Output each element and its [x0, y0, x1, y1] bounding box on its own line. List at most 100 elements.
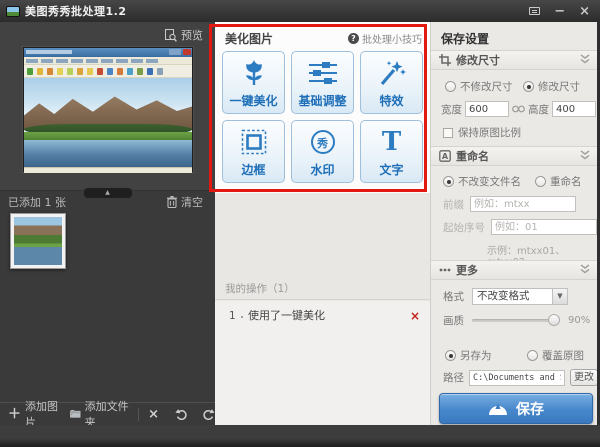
- dimensions-row: 宽度 高度: [441, 101, 596, 117]
- path-input[interactable]: [469, 370, 565, 386]
- tips-label: 批处理小技巧: [362, 31, 422, 46]
- resize-option[interactable]: 修改尺寸: [523, 79, 580, 94]
- no-resize-radio[interactable]: [445, 81, 456, 92]
- watermark-icon: 秀: [311, 126, 335, 158]
- window-title: 美图秀秀批处理1.2: [25, 3, 127, 19]
- delete-operation-button[interactable]: ×: [410, 307, 420, 325]
- undo-button[interactable]: [175, 408, 188, 420]
- operations-header: 我的操作（1）: [215, 280, 430, 300]
- keep-name-option[interactable]: 不改变文件名: [443, 174, 521, 189]
- rename-radio[interactable]: [535, 176, 546, 187]
- watermark-button[interactable]: 秀 水印: [291, 120, 354, 183]
- preview-image[interactable]: [23, 47, 193, 172]
- effects-button[interactable]: 特效: [360, 51, 423, 114]
- height-label: 高度: [528, 102, 549, 117]
- rename-option[interactable]: 重命名: [535, 174, 582, 189]
- remove-x-icon: ×: [148, 408, 159, 421]
- quality-label: 画质: [443, 313, 464, 328]
- preview-app-titlebar: [24, 48, 192, 57]
- beautify-button-grid: 一键美化 基础调整: [222, 51, 423, 183]
- height-input[interactable]: [552, 101, 596, 117]
- preview-icon: [165, 29, 177, 42]
- save-settings-panel: 保存设置 修改尺寸 不修改尺寸 修改尺寸 宽度 高度: [430, 22, 600, 425]
- keep-ratio-checkbox[interactable]: [443, 128, 453, 138]
- tips-link[interactable]: ? 批处理小技巧: [348, 31, 422, 46]
- preview-app-menubar: [24, 57, 192, 65]
- resize-label: 修改尺寸: [538, 79, 580, 94]
- width-input[interactable]: [465, 101, 509, 117]
- beautify-panel: 美化图片 ? 批处理小技巧 一键美化: [215, 22, 430, 425]
- collapse-list-button[interactable]: ▲: [84, 188, 132, 198]
- text-button[interactable]: T 文字: [360, 120, 423, 183]
- frame-icon: [241, 126, 267, 158]
- watermark-badge: 秀: [311, 130, 335, 154]
- keep-ratio-option[interactable]: 保持原图比例: [443, 125, 521, 140]
- save-as-radio[interactable]: [445, 350, 456, 361]
- title-bar: 美图秀秀批处理1.2 − ×: [0, 0, 600, 22]
- one-key-beautify-label: 一键美化: [229, 92, 277, 109]
- question-icon: ?: [348, 33, 359, 44]
- serial-input[interactable]: [491, 219, 597, 235]
- clear-button[interactable]: 清空: [167, 194, 203, 210]
- save-button[interactable]: 保存: [439, 393, 593, 424]
- path-row: 路径 更改: [443, 369, 598, 386]
- image-thumbnail[interactable]: [10, 213, 66, 269]
- preview-app-toolbar: [24, 65, 192, 78]
- beautify-box: 美化图片 ? 批处理小技巧 一键美化: [215, 22, 430, 193]
- file-panel: 预览 ▲: [0, 22, 215, 425]
- frame-button[interactable]: 边框: [222, 120, 285, 183]
- preview-button[interactable]: 预览: [165, 27, 203, 43]
- operation-bullet: [241, 316, 243, 318]
- text-t-glyph: T: [382, 129, 401, 155]
- operation-index: 1: [229, 307, 236, 325]
- chevron-double-down-icon: [580, 150, 590, 163]
- quality-slider-thumb[interactable]: [548, 314, 560, 326]
- quality-slider[interactable]: [472, 319, 560, 322]
- keep-name-radio[interactable]: [443, 176, 454, 187]
- app-logo-icon: [6, 6, 20, 17]
- prefix-input[interactable]: [470, 196, 576, 212]
- redo-button[interactable]: [202, 408, 215, 420]
- effects-label: 特效: [379, 92, 403, 109]
- overwrite-option[interactable]: 覆盖原图: [527, 348, 584, 363]
- basic-adjust-button[interactable]: 基础调整: [291, 51, 354, 114]
- overwrite-radio[interactable]: [527, 350, 538, 361]
- plus-icon: ＋: [8, 408, 21, 421]
- added-count-label: 已添加 1 张: [8, 194, 66, 210]
- feedback-icon[interactable]: [529, 7, 540, 15]
- resize-section-header[interactable]: 修改尺寸: [431, 50, 598, 70]
- app-window: 美图秀秀批处理1.2 − × 预览: [0, 0, 600, 447]
- format-select[interactable]: 不改变格式 ▼: [472, 288, 568, 305]
- text-label: 文字: [379, 161, 403, 178]
- change-path-button[interactable]: 更改: [570, 369, 598, 386]
- chevron-double-down-icon: [580, 54, 590, 67]
- frame-label: 边框: [241, 161, 265, 178]
- close-button[interactable]: ×: [579, 5, 590, 18]
- resize-radio[interactable]: [523, 81, 534, 92]
- no-resize-option[interactable]: 不修改尺寸: [445, 79, 513, 94]
- crop-icon: [439, 54, 451, 66]
- save-button-label: 保存: [516, 399, 544, 419]
- serial-row: 起始序号: [443, 219, 597, 235]
- rename-a-icon: A: [439, 150, 451, 162]
- link-dimensions-icon[interactable]: [512, 105, 525, 113]
- minimize-button[interactable]: −: [554, 5, 565, 18]
- preview-label: 预览: [181, 27, 203, 43]
- keep-ratio-label: 保持原图比例: [458, 125, 521, 140]
- keep-name-label: 不改变文件名: [458, 174, 521, 189]
- rename-section-header[interactable]: A 重命名: [431, 146, 598, 166]
- one-key-beautify-button[interactable]: 一键美化: [222, 51, 285, 114]
- path-label: 路径: [443, 370, 464, 385]
- width-label: 宽度: [441, 102, 462, 117]
- trash-icon: [167, 196, 177, 208]
- save-as-label: 另存为: [460, 348, 492, 363]
- remove-button[interactable]: ×: [148, 408, 159, 421]
- serial-label: 起始序号: [443, 220, 485, 235]
- save-as-option[interactable]: 另存为: [445, 348, 492, 363]
- rename-section-label: 重命名: [456, 148, 489, 164]
- quality-row: 画质 90%: [443, 313, 590, 328]
- operation-row: 1 使用了一键美化 ×: [215, 307, 430, 325]
- more-dots-icon: [439, 268, 451, 272]
- more-section-header[interactable]: 更多: [431, 260, 598, 280]
- svg-text:A: A: [442, 152, 449, 161]
